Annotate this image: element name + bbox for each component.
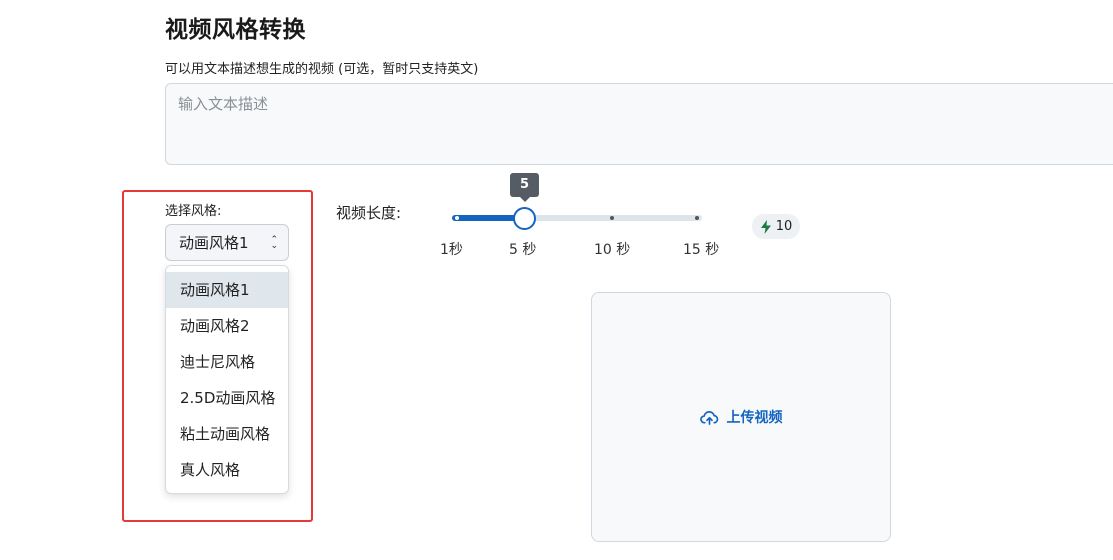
lightning-bolt-icon bbox=[760, 219, 771, 234]
dropdown-item[interactable]: 动画风格2 bbox=[166, 308, 288, 344]
dropdown-item[interactable]: 动画风格1 bbox=[166, 272, 288, 308]
slider-tick-dot bbox=[695, 216, 699, 220]
slider-tick-label: 1秒 bbox=[440, 242, 463, 258]
credit-badge: 10 bbox=[752, 214, 800, 239]
slider-tick-label: 10 秒 bbox=[594, 242, 631, 258]
description-label: 可以用文本描述想生成的视频 (可选，暂时只支持英文) bbox=[165, 62, 479, 77]
slider-tick-label: 15 秒 bbox=[683, 242, 720, 258]
style-select[interactable]: 动画风格1 ⌃ ⌄ bbox=[165, 224, 289, 261]
upload-video-area[interactable]: 上传视频 bbox=[591, 292, 891, 542]
cloud-upload-icon bbox=[699, 410, 718, 425]
video-length-slider[interactable] bbox=[452, 206, 702, 230]
dropdown-item[interactable]: 真人风格 bbox=[166, 452, 288, 488]
page-title: 视频风格转换 bbox=[165, 17, 306, 43]
dropdown-item[interactable]: 2.5D动画风格 bbox=[166, 380, 288, 416]
dropdown-item[interactable]: 粘土动画风格 bbox=[166, 416, 288, 452]
slider-tick-dot bbox=[455, 216, 459, 220]
upload-video-label: 上传视频 bbox=[726, 410, 783, 426]
video-length-label: 视频长度: bbox=[336, 204, 402, 222]
style-dropdown-menu: 动画风格1 动画风格2 迪士尼风格 2.5D动画风格 粘土动画风格 真人风格 bbox=[165, 265, 289, 494]
chevron-updown-icon: ⌃ ⌄ bbox=[270, 234, 278, 251]
slider-tooltip: 5 bbox=[510, 173, 539, 202]
slider-thumb[interactable] bbox=[513, 207, 536, 230]
description-input[interactable] bbox=[165, 83, 1113, 165]
dropdown-item[interactable]: 迪士尼风格 bbox=[166, 344, 288, 380]
slider-tick-label: 5 秒 bbox=[509, 242, 537, 258]
upload-video-button[interactable]: 上传视频 bbox=[699, 407, 783, 427]
style-label: 选择风格: bbox=[165, 204, 222, 219]
credit-value: 10 bbox=[775, 219, 793, 234]
slider-tick-dot bbox=[610, 216, 614, 220]
style-select-value: 动画风格1 bbox=[179, 234, 249, 252]
